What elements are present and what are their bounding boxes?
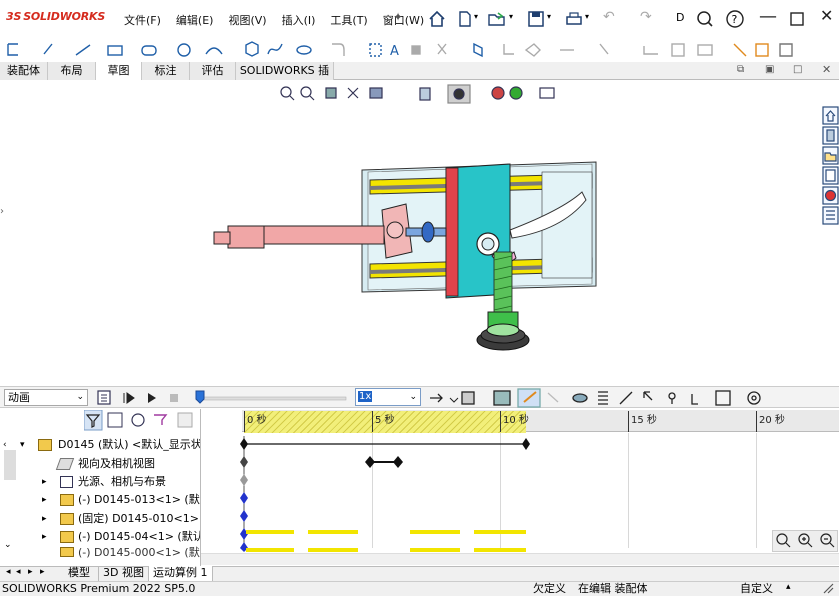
chevron-up-icon[interactable]: ▴: [786, 582, 791, 592]
menu-file[interactable]: 文件(F): [120, 12, 165, 28]
menu-tools[interactable]: 工具(T): [326, 12, 371, 28]
custom-units[interactable]: 自定义: [740, 582, 773, 595]
tab-layout[interactable]: 布局: [48, 62, 96, 80]
tree-item-lights[interactable]: ▸ 光源、相机与布景: [0, 473, 200, 491]
rebuild-icon[interactable]: [822, 582, 836, 595]
home-icon[interactable]: [428, 10, 446, 28]
svg-text:A: A: [390, 44, 399, 59]
playback-speed-select[interactable]: 1x ⌄: [355, 388, 421, 406]
new-document-icon[interactable]: [456, 10, 474, 28]
tree-item-views[interactable]: 视向及相机视图: [0, 455, 200, 473]
motion-study-tools[interactable]: [426, 388, 834, 408]
ruler-label: 5 秒: [375, 415, 395, 426]
expand-arrow-icon[interactable]: ▸: [42, 473, 47, 491]
part-icon: [60, 547, 74, 557]
restore-icon[interactable]: ⧉: [737, 64, 744, 75]
tree-item-part[interactable]: (-) D0145-000<1> (默认): [0, 546, 200, 560]
scroll-right-icon[interactable]: ▸: [28, 567, 33, 577]
graphics-area[interactable]: [2, 80, 818, 386]
scroll-left-icon[interactable]: ◂: [6, 567, 11, 577]
ruler-label: 20 秒: [759, 415, 785, 426]
scroll-end-icon[interactable]: ▸: [40, 567, 45, 577]
command-manager-toolbar: A: [0, 38, 839, 62]
search-icon[interactable]: [696, 10, 714, 28]
playback-controls[interactable]: [96, 389, 196, 407]
tree-item-part[interactable]: ▸ (-) D0145-04<1> (默认): [0, 528, 200, 546]
expand-arrow-icon[interactable]: ▸: [42, 528, 47, 546]
timeline-scrollbar[interactable]: [201, 553, 839, 565]
expand-arrow-icon[interactable]: ▸: [42, 510, 47, 528]
timeline-zoom-tools[interactable]: [774, 532, 838, 550]
chevron-down-icon: ⌄: [76, 392, 84, 402]
tab-sketch[interactable]: 草图: [96, 62, 142, 80]
document-title: D: [676, 11, 685, 24]
tab-3d-view[interactable]: 3D 视图: [98, 566, 148, 581]
help-icon[interactable]: ?: [726, 10, 744, 28]
redo-icon[interactable]: ↷: [640, 9, 652, 25]
maximize-icon[interactable]: [790, 12, 804, 26]
part-icon: [60, 531, 74, 543]
menu-bar: 文件(F) 编辑(E) 视图(V) 插入(I) 工具(T) 窗口(W): [120, 12, 435, 28]
chevron-down-icon[interactable]: ▾: [585, 12, 589, 21]
chevron-down-icon[interactable]: ▾: [509, 12, 513, 21]
close-doc-icon[interactable]: ✕: [822, 63, 831, 76]
ruler-label: 0 秒: [247, 415, 267, 426]
print-icon[interactable]: [564, 10, 584, 28]
menu-window[interactable]: 窗口(W): [379, 12, 428, 28]
ruler-label: 15 秒: [631, 415, 657, 426]
assembly-model-view[interactable]: [2, 80, 818, 386]
tab-model[interactable]: 模型: [64, 566, 94, 581]
maximize-view-icon[interactable]: □: [793, 64, 802, 75]
lights-icon: [60, 476, 73, 488]
version-label: SOLIDWORKS Premium 2022 SP5.0: [2, 582, 196, 595]
tab-markup[interactable]: 标注: [142, 62, 190, 80]
definition-status: 欠定义: [533, 582, 566, 595]
part-icon: [60, 513, 74, 525]
tree-filter-tools[interactable]: [84, 410, 198, 432]
editing-status: 在编辑 装配体: [578, 582, 648, 595]
scroll-right-icon[interactable]: ◂: [16, 567, 21, 577]
tab-evaluate[interactable]: 评估: [190, 62, 236, 80]
title-bar: 3S SOLIDWORKS 文件(F) 编辑(E) 视图(V) 插入(I) 工具(…: [0, 0, 839, 38]
scroll-down-icon[interactable]: ⌄: [4, 540, 12, 550]
tree-scrollbar[interactable]: [4, 450, 16, 480]
tile-icon[interactable]: ▣: [765, 64, 774, 75]
chevron-down-icon[interactable]: ▾: [474, 12, 478, 21]
open-folder-icon[interactable]: [487, 10, 507, 28]
menu-edit[interactable]: 编辑(E): [172, 12, 218, 28]
menu-insert[interactable]: 插入(I): [278, 12, 320, 28]
save-icon[interactable]: [527, 10, 545, 28]
tab-assembly[interactable]: 装配体: [0, 62, 48, 80]
undo-icon[interactable]: ↶: [603, 9, 615, 25]
camera-icon: [55, 458, 75, 470]
study-type-select[interactable]: 动画 ⌄: [4, 389, 88, 406]
tree-item-part[interactable]: ▸ (固定) D0145-010<1> ->: [0, 510, 200, 528]
part-icon: [60, 494, 74, 506]
chevron-down-icon[interactable]: ▾: [547, 12, 551, 21]
tree-root[interactable]: ‹ ▾ D0145 (默认) <默认_显示状态: [0, 436, 200, 454]
sketch-tools-icons[interactable]: A: [4, 40, 839, 60]
menu-view[interactable]: 视图(V): [224, 12, 270, 28]
pin-icon[interactable]: ✦: [393, 10, 403, 24]
playback-slider[interactable]: [192, 389, 352, 407]
tab-motion-study-1[interactable]: 运动算例 1: [148, 566, 213, 581]
timeline-tracks[interactable]: [236, 432, 536, 552]
assembly-icon: [38, 439, 52, 451]
expand-arrow-icon[interactable]: ▸: [42, 491, 47, 509]
solidworks-logo[interactable]: 3S SOLIDWORKS: [6, 10, 105, 23]
expand-panel-icon[interactable]: ›: [0, 206, 4, 217]
close-icon[interactable]: ✕: [820, 6, 833, 25]
expand-arrow-icon[interactable]: ▾: [20, 436, 25, 454]
chevron-down-icon: ⌄: [409, 392, 417, 402]
tab-solidworks-addins[interactable]: SOLIDWORKS 插件: [236, 62, 334, 94]
tree-item-part[interactable]: ▸ (-) D0145-013<1> (默认): [0, 491, 200, 509]
ruler-label: 10 秒: [503, 415, 529, 426]
task-pane[interactable]: [822, 106, 839, 228]
svg-text:?: ?: [732, 13, 738, 26]
minimize-icon[interactable]: —: [759, 6, 777, 27]
